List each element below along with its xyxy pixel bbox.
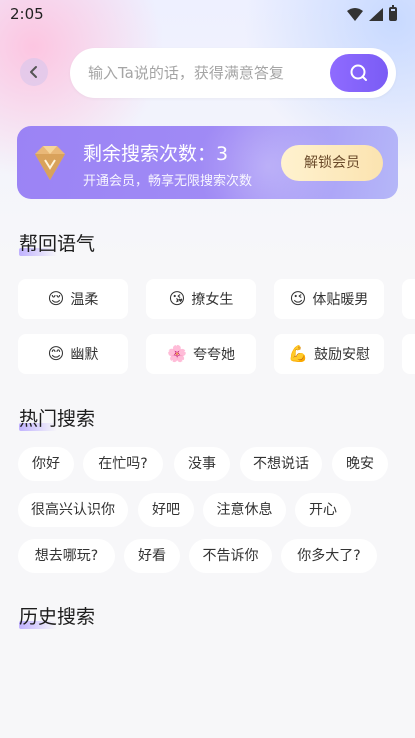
hot-search-chip[interactable]: 很高兴认识你 (18, 493, 128, 527)
tone-chip-praise[interactable]: 🌸 夸夸她 (146, 334, 256, 374)
tone-chip-humor[interactable]: 😊 幽默 (18, 334, 128, 374)
search-input[interactable]: 输入Ta说的话，获得满意答复 (88, 48, 284, 98)
hot-search-chip[interactable]: 不告诉你 (189, 539, 272, 573)
muscle-icon: 💪 (288, 344, 308, 363)
tone-chip-overflow[interactable] (402, 279, 415, 319)
hot-search-chip[interactable]: 没事 (174, 447, 230, 481)
battery-icon (389, 5, 397, 21)
hot-search-chip[interactable]: 不想说话 (240, 447, 322, 481)
tone-chip-encourage[interactable]: 💪 鼓励安慰 (274, 334, 384, 374)
hot-search-chip[interactable]: 你多大了? (281, 539, 377, 573)
tone-chip-label: 温柔 (70, 292, 99, 308)
hot-search-chip[interactable]: 好吧 (138, 493, 194, 527)
tone-chip-flirt[interactable]: 😘 撩女生 (146, 279, 256, 319)
signal-icon (369, 7, 383, 21)
hot-title-text: 热门搜索 (19, 408, 96, 430)
remaining-count-title: 剩余搜索次数：3 (83, 143, 229, 165)
wink-face-icon: 😉 (289, 289, 307, 308)
kiss-face-icon: 😘 (168, 289, 186, 308)
hot-search-chip[interactable]: 你好 (18, 447, 74, 481)
diamond-icon (35, 146, 65, 180)
wifi-icon (347, 7, 363, 21)
tone-title-text: 帮回语气 (19, 233, 96, 255)
tone-chip-label: 体贴暖男 (312, 292, 369, 308)
hot-section-title: 热门搜索 (19, 404, 95, 431)
tone-chip-label: 幽默 (70, 347, 99, 363)
hot-search-chip[interactable]: 晚安 (332, 447, 388, 481)
search-box[interactable]: 输入Ta说的话，获得满意答复 (70, 48, 396, 98)
history-title-text: 历史搜索 (19, 606, 96, 628)
tone-chip-caring[interactable]: 😉 体贴暖男 (274, 279, 384, 319)
tone-chip-overflow[interactable] (402, 334, 415, 374)
chevron-left-icon (30, 66, 37, 78)
status-time: 2:05 (10, 5, 44, 23)
history-section-title: 历史搜索 (19, 602, 95, 629)
back-button[interactable] (20, 58, 48, 86)
tone-chip-gentle[interactable]: 😌 温柔 (18, 279, 128, 319)
vip-subtitle: 开通会员，畅享无限搜索次数 (83, 174, 253, 189)
relieved-face-icon: 😌 (47, 289, 65, 308)
search-button[interactable] (330, 54, 388, 92)
hot-search-chip[interactable]: 在忙吗? (83, 447, 163, 481)
hot-search-chip[interactable]: 想去哪玩? (18, 539, 115, 573)
status-bar: 2:05 (0, 0, 415, 28)
search-icon (350, 64, 367, 81)
tone-chip-label: 撩女生 (191, 292, 234, 308)
smile-face-icon: 😊 (47, 344, 65, 363)
tone-chip-label: 鼓励安慰 (313, 347, 370, 363)
hot-search-chip[interactable]: 注意休息 (203, 493, 286, 527)
tone-chip-label: 夸夸她 (192, 347, 235, 363)
hot-search-chip[interactable]: 开心 (295, 493, 351, 527)
tone-section-title: 帮回语气 (19, 229, 95, 256)
hot-search-chip[interactable]: 好看 (124, 539, 180, 573)
flower-icon: 🌸 (167, 344, 187, 363)
vip-card: 剩余搜索次数：3 开通会员，畅享无限搜索次数 解锁会员 (17, 126, 398, 199)
unlock-vip-button[interactable]: 解锁会员 (281, 145, 383, 181)
status-icons (347, 5, 397, 21)
